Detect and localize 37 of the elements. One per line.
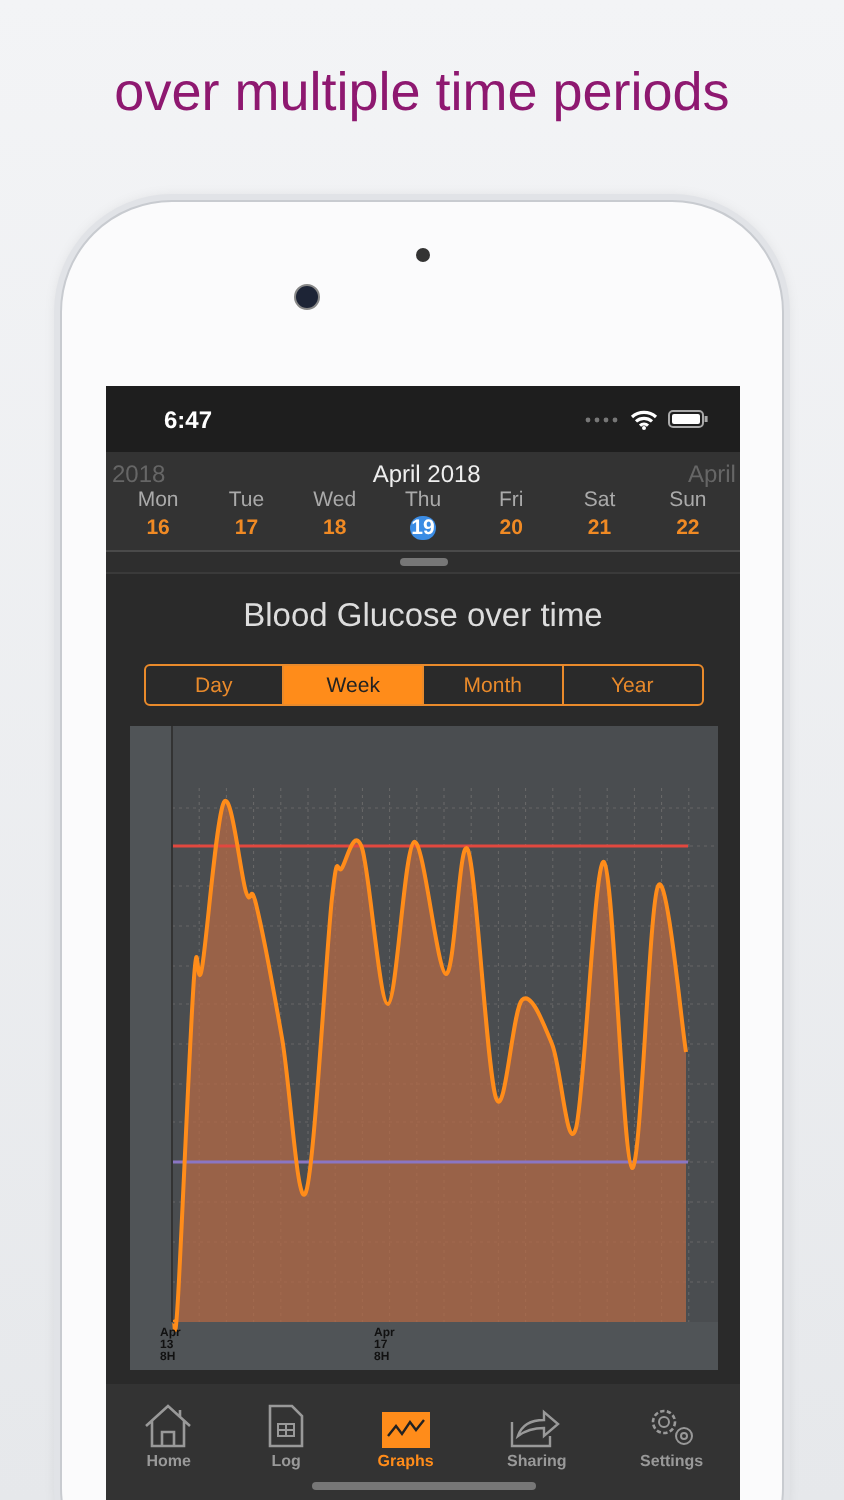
share-icon bbox=[510, 1408, 563, 1448]
weekday-label: Wed bbox=[313, 488, 357, 512]
day-number[interactable]: 17 bbox=[232, 516, 261, 540]
tab-item[interactable]: Sharing bbox=[503, 1408, 571, 1470]
home-icon bbox=[142, 1404, 195, 1448]
tab-item[interactable]: Graphs bbox=[373, 1412, 438, 1470]
signal-icon bbox=[584, 415, 620, 423]
month-title: April 2018 bbox=[372, 460, 481, 488]
tab-item[interactable]: Log bbox=[264, 1404, 309, 1470]
period-tab[interactable]: Year bbox=[561, 666, 701, 704]
document-icon bbox=[268, 1404, 305, 1448]
graph-title: Blood Glucose over time bbox=[243, 598, 603, 636]
day-number[interactable]: 19 bbox=[409, 516, 437, 540]
day-number[interactable]: 21 bbox=[585, 516, 614, 540]
drag-handle[interactable] bbox=[399, 558, 447, 566]
weekday-label: Mon bbox=[137, 488, 179, 512]
status-time: 6:47 bbox=[164, 405, 213, 433]
period-tab[interactable]: Week bbox=[282, 666, 422, 704]
period-tab[interactable]: Day bbox=[145, 666, 283, 704]
day-number[interactable]: 18 bbox=[321, 516, 349, 540]
weekday-label: Tue bbox=[228, 488, 265, 512]
day-number[interactable]: 22 bbox=[674, 516, 702, 540]
weekday-label: Thu bbox=[404, 488, 442, 512]
speaker-icon bbox=[416, 248, 430, 262]
camera-icon bbox=[294, 284, 320, 310]
wifi-icon bbox=[630, 409, 658, 429]
weekday-label: Sat bbox=[583, 488, 616, 512]
tab-item[interactable]: Settings bbox=[636, 1404, 708, 1470]
period-tab[interactable]: Month bbox=[422, 666, 562, 704]
graph-icon bbox=[381, 1412, 430, 1448]
weekday-label: Sun bbox=[669, 488, 707, 512]
tab-item[interactable]: Home bbox=[138, 1404, 199, 1470]
day-number[interactable]: 20 bbox=[497, 516, 525, 540]
day-number[interactable]: 16 bbox=[144, 516, 172, 540]
headline: over multiple time periods bbox=[112, 60, 732, 126]
battery-icon bbox=[668, 410, 708, 428]
weekday-label: Fri bbox=[499, 488, 524, 512]
